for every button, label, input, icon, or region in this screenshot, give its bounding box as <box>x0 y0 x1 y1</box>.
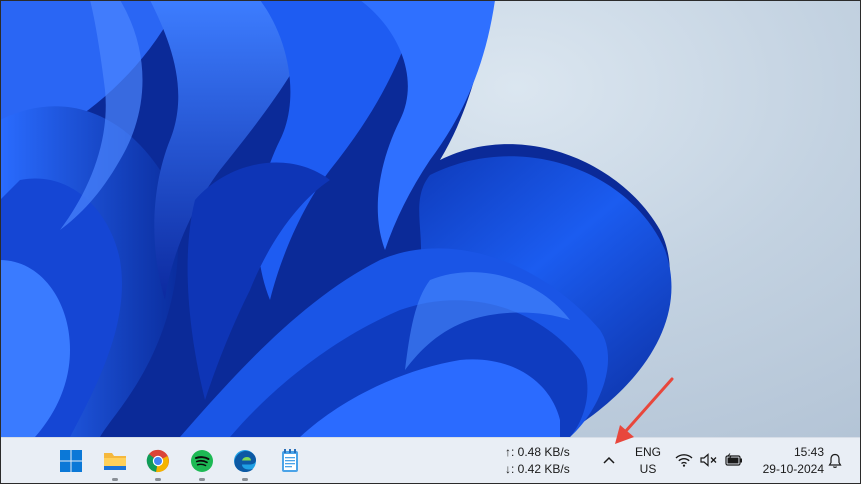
notepad-button[interactable] <box>273 444 307 478</box>
spotify-icon <box>191 450 213 472</box>
running-indicator <box>155 478 161 481</box>
clock-time: 15:43 <box>793 445 824 459</box>
download-speed: ↓: 0.42 KB/s <box>505 462 570 476</box>
volume-button[interactable] <box>700 452 718 468</box>
network-speed-widget[interactable]: ↑: 0.48 KB/s ↓: 0.42 KB/s <box>505 444 585 478</box>
wifi-button[interactable] <box>675 452 693 468</box>
windows-logo-icon <box>60 450 82 472</box>
spotify-button[interactable] <box>185 444 219 481</box>
show-hidden-icons-button[interactable] <box>600 451 618 469</box>
folder-icon <box>104 453 126 470</box>
bell-icon <box>828 453 842 468</box>
keyboard-layout: US <box>639 462 657 476</box>
battery-button[interactable] <box>725 452 743 468</box>
language-code: ENG <box>634 445 661 459</box>
file-explorer-button[interactable] <box>98 444 132 481</box>
notepad-icon <box>282 449 298 472</box>
edge-button[interactable] <box>228 444 262 481</box>
chevron-up-icon <box>603 456 615 464</box>
running-indicator <box>199 478 205 481</box>
clock[interactable]: 15:43 29-10-2024 <box>752 444 824 478</box>
bloom-wallpaper-art <box>0 0 672 437</box>
desktop-wallpaper <box>0 0 861 437</box>
running-indicator <box>242 478 248 481</box>
chrome-button[interactable] <box>141 444 175 481</box>
edge-icon <box>234 450 256 472</box>
upload-speed: ↑: 0.48 KB/s <box>505 445 570 459</box>
wifi-icon <box>675 454 693 467</box>
volume-muted-icon <box>700 453 717 467</box>
running-indicator <box>112 478 118 481</box>
clock-date: 29-10-2024 <box>762 462 824 476</box>
chrome-icon <box>146 449 169 473</box>
battery-charging-icon <box>725 453 742 466</box>
language-indicator[interactable]: ENG US <box>630 444 666 478</box>
notifications-button[interactable] <box>826 452 844 470</box>
start-button[interactable] <box>54 444 88 478</box>
